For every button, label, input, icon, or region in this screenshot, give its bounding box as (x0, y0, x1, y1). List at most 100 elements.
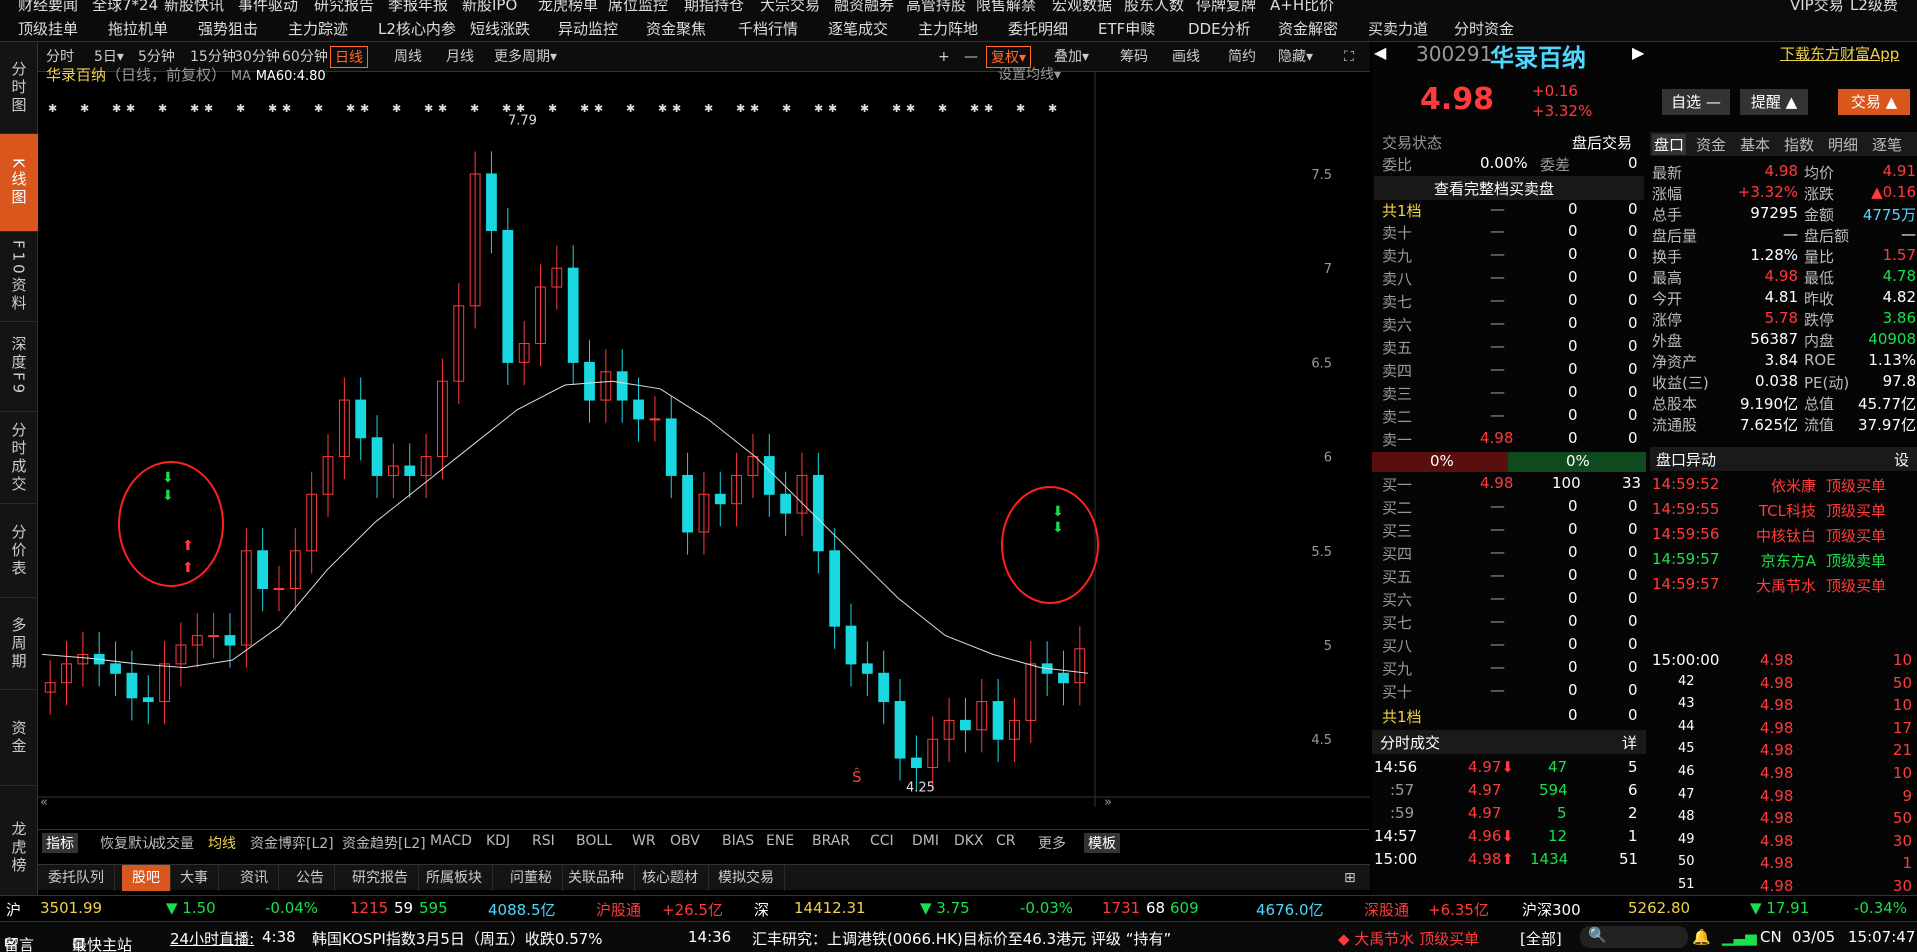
bottom-tab[interactable]: 研究报告 (342, 865, 419, 891)
indicator-item[interactable]: 成交量 (152, 833, 194, 853)
event-marker-icon[interactable]: ✱ (750, 102, 759, 115)
event-marker-icon[interactable]: ✱ (424, 102, 433, 115)
sidebar-item[interactable]: 分价表 (0, 504, 38, 598)
top-menu-item[interactable]: 席位监控 (608, 0, 668, 15)
next-stock-icon[interactable]: ▶ (1632, 43, 1644, 62)
pankou-tab[interactable]: 指数 (1784, 134, 1814, 155)
top-menu-item[interactable]: 拖拉机单 (108, 18, 168, 39)
event-marker-icon[interactable]: ✱ (860, 102, 869, 115)
top-menu-item[interactable]: 委托明细 (1008, 18, 1068, 39)
sidebar-item[interactable]: 资金 (0, 690, 38, 786)
event-marker-icon[interactable]: ✱ (580, 102, 589, 115)
bottom-tab[interactable]: 所属板块 (416, 865, 493, 891)
bottom-tab[interactable]: 关联品种 (558, 865, 635, 891)
indicator-item[interactable]: 资金趋势[L2] (342, 833, 426, 853)
indicator-item[interactable]: 指标 (42, 833, 78, 853)
top-menu-item[interactable]: 买卖力道 (1368, 18, 1428, 39)
event-marker-icon[interactable]: ✱ (392, 102, 401, 115)
top-menu-item[interactable]: 研究报告 (314, 0, 374, 15)
top-menu-item[interactable]: 新股IPO (462, 0, 517, 15)
indicator-item[interactable]: 均线 (208, 833, 236, 853)
event-marker-icon[interactable]: ✱ (906, 102, 915, 115)
alert-stock[interactable]: 大禹节水 (1740, 575, 1816, 596)
event-marker-icon[interactable]: ✱ (268, 102, 277, 115)
alert-stock[interactable]: 京东方A (1740, 550, 1816, 571)
top-menu-item[interactable]: 龙虎榜单 (538, 0, 598, 15)
event-marker-icon[interactable]: ✱ (204, 102, 213, 115)
top-menu-item[interactable]: 逐笔成交 (828, 18, 888, 39)
pankou-tab[interactable]: 盘口 (1652, 134, 1687, 155)
chart-tool-button[interactable]: 筹码 (1116, 46, 1152, 68)
event-marker-icon[interactable]: ✱ (190, 102, 199, 115)
indicator-item[interactable]: 恢复默认 (100, 833, 156, 853)
top-menu-item[interactable]: ETF申赎 (1098, 18, 1155, 39)
period-button[interactable]: 更多周期▾ (490, 46, 561, 68)
alert-stock[interactable]: 中核钛白 (1740, 525, 1816, 546)
event-marker-icon[interactable]: ✱ (314, 102, 323, 115)
sidebar-item[interactable]: K线图 (0, 134, 38, 232)
event-marker-icon[interactable]: ✱ (672, 102, 681, 115)
indicator-item[interactable]: ENE (766, 833, 794, 849)
indicator-item[interactable]: 模板 (1084, 833, 1120, 853)
event-marker-icon[interactable]: ✱ (346, 102, 355, 115)
pankou-tab[interactable]: 基本 (1740, 134, 1770, 155)
all-alerts[interactable]: [全部] (1520, 928, 1562, 949)
top-menu-item[interactable]: 主力踪迹 (288, 18, 348, 39)
event-marker-icon[interactable]: ✱ (112, 102, 121, 115)
kline-svg[interactable]: 4.5 5 5.5 6 6.5 7 7.5 ✱ ✱ ✱ ✱ ✱ ✱ ✱ ✱ ✱ ✱ ✱ ✱ ✱ ✱ ✱ ✱ ✱ ✱ ✱ ✱ ✱ ✱ ✱ ✱ ✱… (38, 72, 1370, 807)
bottom-tab[interactable]: 核心题材 (632, 865, 709, 891)
top-menu-item[interactable]: VIP交易 (1790, 0, 1844, 15)
indicator-item[interactable]: DKX (954, 833, 984, 849)
bottom-tab[interactable]: 大事 (170, 865, 219, 891)
sidebar-item[interactable]: 分时成交 (0, 412, 38, 504)
event-marker-icon[interactable]: ✱ (126, 102, 135, 115)
scroll-right-icon[interactable]: » (1104, 795, 1112, 807)
event-marker-icon[interactable]: ✱ (282, 102, 291, 115)
top-menu-item[interactable]: 停牌复牌 (1196, 0, 1256, 15)
event-marker-icon[interactable]: ✱ (1016, 102, 1025, 115)
top-menu-item[interactable]: 强势狙击 (198, 18, 258, 39)
chart-tool-button[interactable]: 隐藏▾ (1274, 46, 1317, 68)
top-menu-item[interactable]: 大宗交易 (760, 0, 820, 15)
top-menu-item[interactable]: 短线涨跌 (470, 18, 530, 39)
top-menu-item[interactable]: 宏观数据 (1052, 0, 1112, 15)
indicator-item[interactable]: CCI (870, 833, 894, 849)
indicator-item[interactable]: OBV (670, 833, 700, 849)
top-menu-item[interactable]: 千档行情 (738, 18, 798, 39)
event-marker-icon[interactable]: ✱ (736, 102, 745, 115)
chart-tool-button[interactable]: 画线 (1168, 46, 1204, 68)
chart-tool-button[interactable]: + (934, 46, 954, 68)
indicator-item[interactable]: RSI (532, 833, 555, 849)
sidebar-item[interactable]: 龙虎榜 (0, 786, 38, 910)
kline-chart[interactable]: 华录百纳（日线，前复权） MA MA60:4.80 设置均线▾ 4.5 5 5.5 6… (38, 66, 1370, 807)
event-marker-icon[interactable]: ✱ (970, 102, 979, 115)
indicator-item[interactable]: BRAR (812, 833, 850, 849)
top-menu-item[interactable]: 顶级挂单 (18, 18, 78, 39)
alert-stock[interactable]: TCL科技 (1740, 500, 1816, 521)
ticker-search-box[interactable]: 🔍 (1580, 926, 1688, 948)
event-marker-icon[interactable]: ✱ (548, 102, 557, 115)
indicator-item[interactable]: WR (632, 833, 656, 849)
download-app-link[interactable]: 下载东方财富App (1780, 43, 1899, 64)
indicator-item[interactable]: CR (996, 833, 1016, 849)
indicator-item[interactable]: BOLL (576, 833, 612, 849)
bell-icon[interactable]: 🔔 (1692, 928, 1711, 946)
indicator-item[interactable]: MACD (430, 833, 472, 849)
event-marker-icon[interactable]: ✱ (828, 102, 837, 115)
sidebar-item[interactable]: 多周期 (0, 598, 38, 690)
top-menu-item[interactable]: 事件驱动 (238, 0, 298, 15)
fullscreen-icon[interactable]: ⛶ (1340, 46, 1358, 68)
prev-stock-icon[interactable]: ◀ (1374, 43, 1386, 62)
event-marker-icon[interactable]: ✱ (658, 102, 667, 115)
period-button[interactable]: 月线 (442, 46, 478, 68)
sidebar-item[interactable]: F10资料 (0, 232, 38, 322)
indicator-item[interactable]: KDJ (486, 833, 510, 849)
top-menu-item[interactable]: DDE分析 (1188, 18, 1251, 39)
trade-button[interactable]: 交易 ▲ (1838, 89, 1910, 115)
event-marker-icon[interactable]: ✱ (594, 102, 603, 115)
bottom-tab[interactable]: 模拟交易 (708, 865, 785, 891)
top-menu-item[interactable]: 期指持仓 (684, 0, 744, 15)
top-menu-item[interactable]: 融资融券 (834, 0, 894, 15)
bottom-tab[interactable]: 公告 (286, 865, 335, 891)
chart-tool-button[interactable]: — (960, 46, 982, 68)
